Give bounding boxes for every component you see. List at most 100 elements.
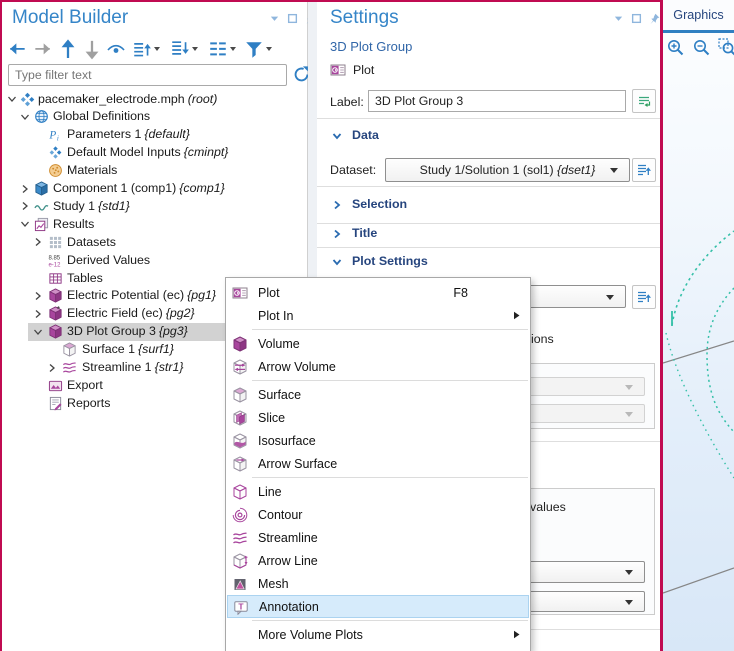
menu-item-label: Slice <box>258 411 285 425</box>
expand-chevron-icon[interactable] <box>47 363 57 373</box>
toolbar-collapse-up-button[interactable] <box>132 39 152 59</box>
tree-item-global-definitions[interactable]: Global Definitions <box>0 108 308 126</box>
tree-item-tag: (root) <box>188 92 218 106</box>
tree-item-tag: {surf1} <box>138 342 174 356</box>
dropdown-caret-icon[interactable] <box>266 47 272 51</box>
menu-item-more-volume-plots[interactable]: More Volume Plots <box>226 623 530 646</box>
graphics-panel-border <box>660 0 663 651</box>
annotation-icon: T <box>233 599 249 615</box>
tree-item-pacemaker-electrode-mph[interactable]: pacemaker_electrode.mph(root) <box>0 90 308 108</box>
expand-chevron-icon[interactable] <box>33 237 43 247</box>
toolbar-node-view-button[interactable] <box>208 39 228 59</box>
checkbox-label-fragment: values <box>530 500 566 514</box>
dropdown-caret-icon[interactable] <box>192 47 198 51</box>
model-builder-toolbar <box>0 38 308 60</box>
go-to-source-button[interactable] <box>632 158 656 182</box>
float-panel-icon[interactable] <box>287 13 298 24</box>
menu-item-annotation[interactable]: TAnnotation <box>227 595 529 618</box>
dropdown-arrow-icon <box>606 295 614 300</box>
toolbar-expand-down-button[interactable] <box>170 39 190 59</box>
window-border <box>0 0 2 651</box>
tree-item-component-1-comp1[interactable]: Component 1 (comp1){comp1} <box>0 180 308 198</box>
svg-text:8.85: 8.85 <box>48 255 60 261</box>
expand-chevron-icon[interactable] <box>33 291 43 301</box>
panel-menu-chevron-icon[interactable] <box>269 13 280 24</box>
tab-graphics[interactable]: Graphics <box>663 8 734 22</box>
menu-item-slice[interactable]: Slice <box>226 406 530 429</box>
toolbar-back-button[interactable] <box>8 39 28 59</box>
export-icon <box>48 378 63 393</box>
dropdown-caret-icon[interactable] <box>230 47 236 51</box>
menu-item-plot[interactable]: PlotF8 <box>226 281 530 304</box>
toolbar-move-up-button[interactable] <box>58 39 78 59</box>
collapse-chevron-icon[interactable] <box>20 112 30 122</box>
tree-item-tag: {pg1} <box>187 288 216 302</box>
dataset-dropdown[interactable]: Study 1/Solution 1 (sol1) {dset1} <box>385 158 630 182</box>
menu-item-arrow-volume[interactable]: Arrow Volume <box>226 355 530 378</box>
toolbar-forward-button[interactable] <box>32 39 52 59</box>
float-panel-icon[interactable] <box>631 13 642 24</box>
expand-chevron-icon[interactable] <box>33 309 43 319</box>
tree-item-default-model-inputs[interactable]: Default Model Inputs{cminpt} <box>0 144 308 162</box>
tree-item-derived-values[interactable]: 8.85e-12Derived Values <box>0 251 308 269</box>
volume-icon <box>232 336 248 352</box>
zoom-in-icon[interactable] <box>666 38 685 57</box>
collapse-chevron-icon[interactable] <box>20 219 30 229</box>
menu-item-line[interactable]: Line <box>226 480 530 503</box>
context-menu: PlotF8Plot In VolumeArrow Volume Surface Sl… <box>225 277 531 651</box>
divider <box>317 118 660 119</box>
menu-item-contour[interactable]: Contour <box>226 503 530 526</box>
toolbar-show-button[interactable] <box>106 39 126 59</box>
menu-item-plot-in[interactable]: Plot In <box>226 304 530 327</box>
tree-item-datasets[interactable]: Datasets <box>0 233 308 251</box>
label-field-label: Label: <box>330 95 364 109</box>
expand-chevron-icon[interactable] <box>20 201 30 211</box>
menu-item-isosurface[interactable]: Isosurface <box>226 429 530 452</box>
tree-item-label: Electric Potential (ec) <box>67 288 184 302</box>
collapse-chevron-icon[interactable] <box>33 327 43 337</box>
menu-item-mesh[interactable]: Mesh <box>226 572 530 595</box>
go-to-view-button[interactable] <box>632 285 656 309</box>
zoom-out-icon[interactable] <box>692 38 711 57</box>
svg-text:P: P <box>48 130 56 142</box>
graphics-panel: Graphics <box>663 0 734 651</box>
zoom-box-icon[interactable] <box>718 38 734 57</box>
menu-item-arrow-line[interactable]: Arrow Line <box>226 549 530 572</box>
tree-item-tag: {cminpt} <box>184 145 229 159</box>
dropdown-caret-icon[interactable] <box>154 47 160 51</box>
menu-item-label: Line <box>258 485 282 499</box>
menu-item-label: Surface <box>258 388 301 402</box>
toolbar-filter-button[interactable] <box>244 39 264 59</box>
tree-item-parameters-1[interactable]: PiParameters 1{default} <box>0 126 308 144</box>
submenu-arrow-icon <box>512 630 521 639</box>
tree-item-label: Parameters 1 <box>67 127 141 141</box>
window-border <box>0 0 663 2</box>
tree-item-tag: {pg2} <box>166 306 195 320</box>
menu-item-label: Contour <box>258 508 302 522</box>
collapse-chevron-icon[interactable] <box>7 94 17 104</box>
model-builder-title: Model Builder <box>12 7 128 29</box>
expand-chevron-icon[interactable] <box>20 184 30 194</box>
contour-icon <box>232 507 248 523</box>
component-icon <box>34 181 49 196</box>
menu-item-surface[interactable]: Surface <box>226 383 530 406</box>
tree-item-study-1[interactable]: Study 1{std1} <box>0 197 308 215</box>
streamline-icon <box>62 360 77 375</box>
tree-item-results[interactable]: Results <box>0 215 308 233</box>
pin-panel-icon[interactable] <box>649 13 660 24</box>
menu-item-arrow-surface[interactable]: Arrow Surface <box>226 452 530 475</box>
tree-item-label: Derived Values <box>67 253 150 267</box>
tree-filter-input[interactable] <box>8 64 287 86</box>
menu-item-volume[interactable]: Volume <box>226 332 530 355</box>
tables-icon <box>48 271 63 286</box>
panel-menu-chevron-icon[interactable] <box>613 13 624 24</box>
divider <box>317 186 660 187</box>
tree-item-materials[interactable]: Materials <box>0 162 308 180</box>
plot-group-3d-icon <box>48 324 63 339</box>
rename-button[interactable] <box>632 89 656 113</box>
label-input[interactable]: 3D Plot Group 3 <box>368 90 626 112</box>
menu-item-streamline[interactable]: Streamline <box>226 526 530 549</box>
arrow-surface-icon <box>232 456 248 472</box>
plot-button[interactable]: Plot <box>330 60 374 80</box>
toolbar-move-down-button[interactable] <box>82 39 102 59</box>
